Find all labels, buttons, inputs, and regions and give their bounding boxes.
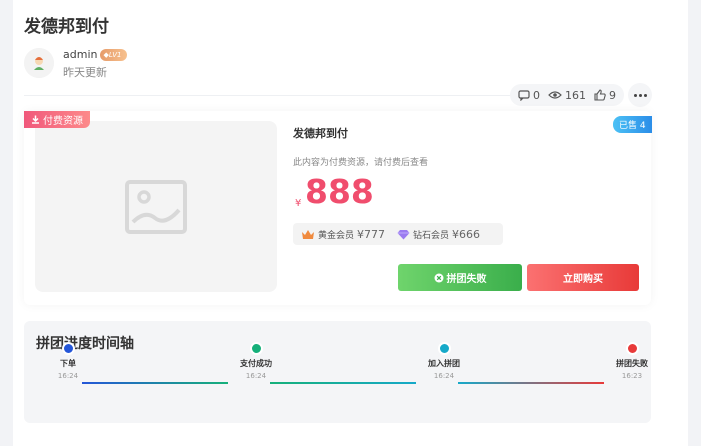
payment-note: 此内容为付费资源，请付费后查看 xyxy=(293,158,429,168)
buy-now-button[interactable]: 立即购买 xyxy=(527,264,639,291)
avatar-icon xyxy=(24,48,54,78)
timeline-step-paid: 支付成功 16:24 xyxy=(226,342,286,380)
more-dot-icon xyxy=(638,93,642,97)
gold-member-label: 黄金会员 xyxy=(318,230,355,241)
diamond-member-value: ¥666 xyxy=(452,227,481,241)
comment-icon xyxy=(518,89,530,101)
step-dot-icon xyxy=(249,342,263,355)
timeline-step-joined: 加入拼团 16:24 xyxy=(414,342,474,380)
thumbs-up-icon xyxy=(594,89,606,101)
step-label: 支付成功 xyxy=(240,359,272,368)
paid-tag-label: 付费资源 xyxy=(43,116,83,127)
sold-count-badge: 已售 4 xyxy=(613,116,652,133)
step-dot-icon xyxy=(61,342,75,355)
step-label: 拼团失败 xyxy=(616,359,648,368)
avatar[interactable] xyxy=(24,48,54,78)
step-dot-icon xyxy=(437,342,451,355)
crown-icon xyxy=(302,229,314,239)
timeline-step-order: 下单 16:24 xyxy=(38,342,98,380)
step-time: 16:24 xyxy=(57,372,79,380)
timeline-connector xyxy=(270,382,416,384)
step-time: 16:23 xyxy=(621,372,643,380)
gold-member-value: ¥777 xyxy=(357,227,386,241)
timeline-step-failed: 拼团失败 16:23 xyxy=(602,342,662,380)
page-title: 发德邦到付 xyxy=(24,17,109,37)
more-dot-icon xyxy=(643,93,647,97)
group-buy-failed-button[interactable]: 拼团失败 xyxy=(398,264,522,291)
step-label: 下单 xyxy=(60,359,76,368)
eye-icon xyxy=(548,91,562,99)
comment-count-label: 0 xyxy=(533,88,540,102)
buy-now-label: 立即购买 xyxy=(563,274,603,285)
view-count: 161 xyxy=(548,89,586,102)
diamond-member-price: 钻石会员 ¥666 xyxy=(397,228,480,241)
more-dot-icon xyxy=(633,93,637,97)
view-count-label: 161 xyxy=(565,88,586,102)
comment-count[interactable]: 0 xyxy=(518,89,540,102)
sold-count-label: 已售 4 xyxy=(619,121,646,131)
image-placeholder-icon xyxy=(125,179,187,234)
diamond-icon xyxy=(397,229,410,239)
timeline-connector xyxy=(82,382,228,384)
gold-member-price: 黄金会员 ¥777 xyxy=(301,228,385,241)
price-value: 888 xyxy=(305,172,374,211)
level-label: LV1 xyxy=(108,50,122,59)
like-count-label: 9 xyxy=(609,88,616,102)
price-currency: ¥ xyxy=(295,198,302,209)
member-prices: 黄金会员 ¥777 钻石会员 ¥666 xyxy=(293,223,503,245)
like-button[interactable]: 9 xyxy=(594,89,616,102)
step-dot-icon xyxy=(625,342,639,355)
step-time: 16:24 xyxy=(433,372,455,380)
resource-title: 发德邦到付 xyxy=(293,127,348,140)
close-circle-icon xyxy=(434,273,443,282)
timeline-connector xyxy=(458,382,604,384)
author-label[interactable]: admin xyxy=(63,48,97,61)
group-buy-failed-label: 拼团失败 xyxy=(446,274,487,285)
diamond-member-label: 钻石会员 xyxy=(413,230,450,241)
author-name[interactable]: admin ◆ LV1 xyxy=(63,48,127,61)
paid-resource-tag: 付费资源 xyxy=(24,111,90,128)
updated-time: 昨天更新 xyxy=(63,66,107,79)
post-stats: 0 161 9 xyxy=(510,84,624,106)
more-options-button[interactable] xyxy=(628,83,652,107)
level-badge: ◆ LV1 xyxy=(100,48,127,61)
step-label: 加入拼团 xyxy=(428,359,460,368)
step-time: 16:24 xyxy=(245,372,267,380)
download-icon xyxy=(32,115,39,124)
resource-image-placeholder xyxy=(35,121,277,292)
